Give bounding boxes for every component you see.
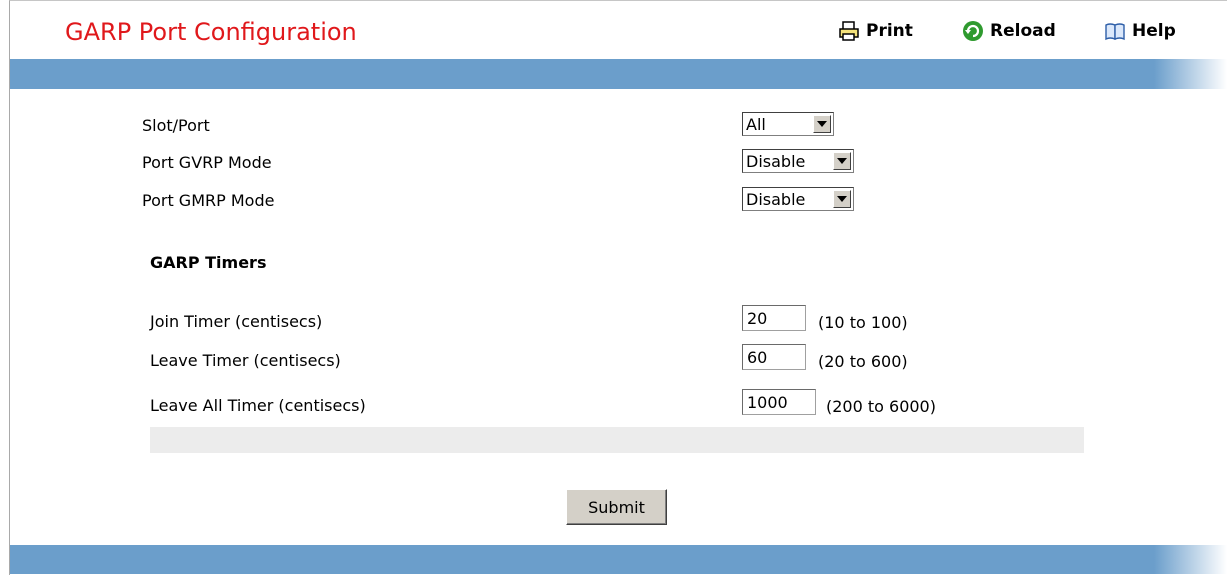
- reload-label: Reload: [990, 21, 1056, 41]
- leave-all-timer-input[interactable]: [742, 389, 816, 415]
- bottom-band: [10, 545, 1227, 574]
- chevron-down-icon: [833, 152, 851, 170]
- leave-timer-label: Leave Timer (centisecs): [150, 351, 341, 370]
- garp-timers-heading: GARP Timers: [150, 253, 267, 272]
- print-button[interactable]: Print: [838, 20, 913, 42]
- reload-button[interactable]: Reload: [962, 20, 1056, 42]
- submit-button[interactable]: Submit: [566, 489, 667, 525]
- page-title: GARP Port Configuration: [65, 18, 357, 46]
- leave-all-timer-range: (200 to 6000): [826, 397, 936, 416]
- print-label: Print: [866, 21, 913, 41]
- chevron-down-icon: [813, 115, 831, 133]
- leave-all-timer-label: Leave All Timer (centisecs): [150, 396, 366, 415]
- gvrp-mode-value: Disable: [746, 151, 806, 171]
- slot-port-label: Slot/Port: [142, 116, 210, 135]
- message-bar: [150, 427, 1084, 453]
- help-button[interactable]: Help: [1104, 20, 1176, 42]
- reload-icon: [962, 20, 984, 42]
- printer-icon: [838, 20, 860, 42]
- top-band: [10, 59, 1227, 89]
- help-label: Help: [1132, 21, 1176, 41]
- join-timer-range: (10 to 100): [818, 313, 908, 332]
- join-timer-label: Join Timer (centisecs): [150, 312, 323, 331]
- join-timer-input[interactable]: [742, 305, 806, 331]
- slot-port-select[interactable]: All: [742, 112, 834, 136]
- slot-port-value: All: [746, 114, 766, 134]
- leave-timer-range: (20 to 600): [818, 352, 908, 371]
- gmrp-mode-value: Disable: [746, 189, 806, 209]
- gmrp-mode-label: Port GMRP Mode: [142, 191, 275, 210]
- gvrp-mode-label: Port GVRP Mode: [142, 153, 272, 172]
- gvrp-mode-select[interactable]: Disable: [742, 149, 854, 173]
- gmrp-mode-select[interactable]: Disable: [742, 187, 854, 211]
- chevron-down-icon: [833, 190, 851, 208]
- leave-timer-input[interactable]: [742, 344, 806, 370]
- book-icon: [1104, 20, 1126, 42]
